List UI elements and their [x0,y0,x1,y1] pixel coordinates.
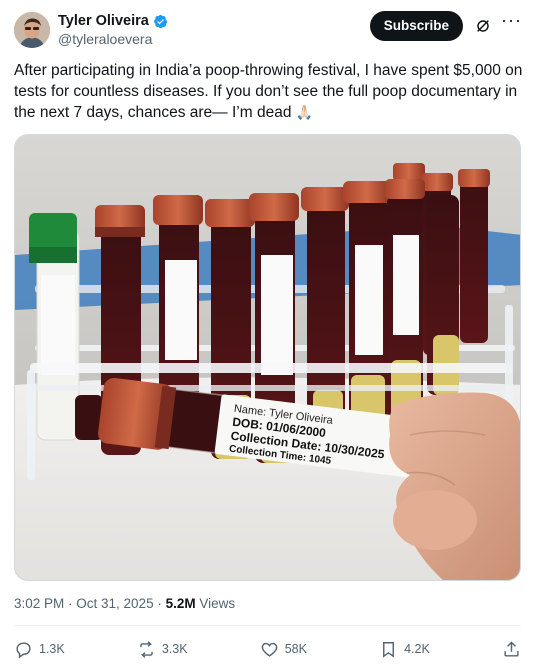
repost-icon [140,640,153,658]
more-icon[interactable]: ··· [501,11,521,32]
verified-badge-icon [153,14,168,28]
share-button[interactable] [502,640,521,659]
tweet-header: Tyler Oliveira @tyleraloevera Subscribe … [14,10,521,50]
like-count: 58K [284,642,307,656]
author-handle[interactable]: @tyleraloevera [58,30,168,48]
like-icon [261,642,278,657]
tweet-meta: 3:02 PM · Oct 31, 2025 · 5.2M Views [14,596,235,611]
repost-count: 3.3K [161,642,188,656]
tweet-text: After participating in India’a poop-thro… [14,60,524,124]
bookmark-icon [383,641,395,658]
tweet-timestamp[interactable]: 3:02 PM · Oct 31, 2025 · [14,596,166,611]
grok-icon[interactable] [475,18,491,34]
author-display-name[interactable]: Tyler Oliveira [58,12,149,30]
blood-tubes-photo: Name: Tyler Oliveira DOB: 01/06/2000 Col… [15,135,520,580]
like-button[interactable]: 58K [260,640,307,659]
author-name-row[interactable]: Tyler Oliveira [58,12,168,30]
share-icon [504,640,519,657]
tweet-image[interactable]: Name: Tyler Oliveira DOB: 01/06/2000 Col… [14,134,521,581]
bookmark-button[interactable]: 4.2K [379,640,430,659]
action-bar: 1.3K 3.3K 58K 4.2K [14,638,521,660]
views-count: 5.2M [165,596,196,611]
author-block: Tyler Oliveira @tyleraloevera [58,12,168,48]
subscribe-button[interactable]: Subscribe [369,11,463,41]
bookmark-count: 4.2K [404,642,430,656]
divider [14,625,521,626]
repost-button[interactable]: 3.3K [137,640,188,659]
reply-button[interactable]: 1.3K [14,640,65,659]
reply-icon [16,641,31,658]
views-label: Views [195,596,236,611]
avatar[interactable] [14,12,50,48]
pray-emoji: 🙏🏻 [295,105,314,121]
reply-count: 1.3K [39,642,65,656]
tweet-body: After participating in India’a poop-thro… [14,62,523,121]
